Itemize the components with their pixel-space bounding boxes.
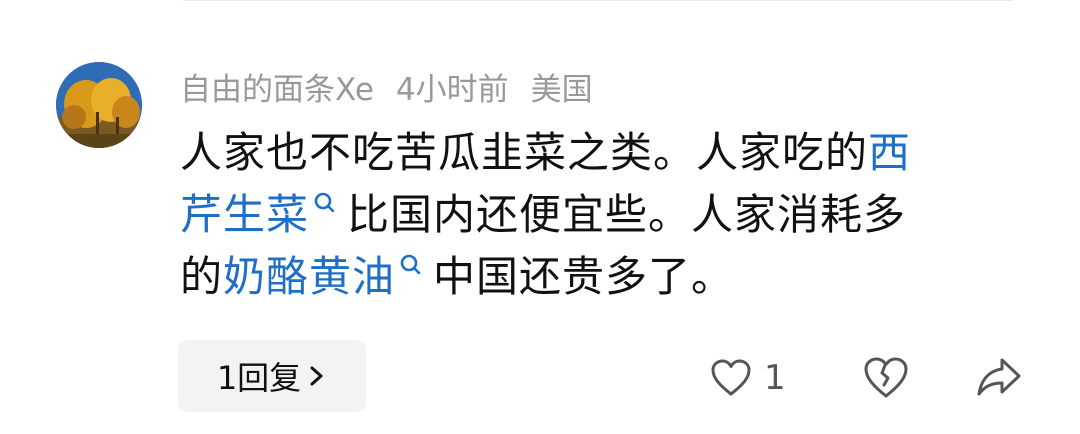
replies-label: 1回复 [216, 359, 302, 397]
comment-body: 人家也不吃苦瓜韭菜之类。人家吃的西 芹生菜 比国内还便宜些。人家消耗多 的奶酪黄油… [180, 122, 1040, 308]
comment-location: 美国 [530, 71, 593, 108]
search-link[interactable]: 芹生菜 [180, 190, 309, 239]
search-icon[interactable] [311, 190, 341, 220]
broken-heart-icon [864, 357, 908, 398]
comment-line-2: 芹生菜 比国内还便宜些。人家消耗多 [180, 184, 1040, 246]
heart-icon [711, 359, 751, 396]
share-button[interactable] [974, 352, 1024, 402]
comment-time: 4小时前 [395, 71, 509, 108]
comment-meta: 自由的面条Xe 4小时前 美国 [180, 64, 593, 109]
author-name[interactable]: 自由的面条Xe [180, 64, 374, 109]
comment-line-3: 的奶酪黄油 中国还贵多了。 [180, 246, 1040, 308]
search-link[interactable]: 西 [868, 128, 911, 177]
comment-text: 人家也不吃苦瓜韭菜之类。人家吃的 [180, 128, 869, 177]
avatar[interactable] [56, 62, 142, 148]
share-icon [977, 358, 1021, 396]
comment-text: 中国还贵多了。 [433, 252, 735, 301]
avatar-image [56, 62, 142, 148]
comment-text: 比国内还便宜些。人家消耗多 [347, 190, 907, 239]
search-icon[interactable] [397, 252, 427, 282]
dislike-button[interactable] [862, 354, 910, 402]
search-link[interactable]: 奶酪黄油 [223, 252, 395, 301]
comment-text: 的 [180, 252, 224, 301]
replies-button[interactable]: 1回复 [178, 340, 366, 412]
comment-line-1: 人家也不吃苦瓜韭菜之类。人家吃的西 [180, 122, 1040, 184]
like-count: 1 [764, 358, 786, 398]
chevron-right-icon [307, 364, 327, 388]
top-divider [183, 0, 1013, 1]
like-button[interactable]: 1 [710, 354, 800, 402]
